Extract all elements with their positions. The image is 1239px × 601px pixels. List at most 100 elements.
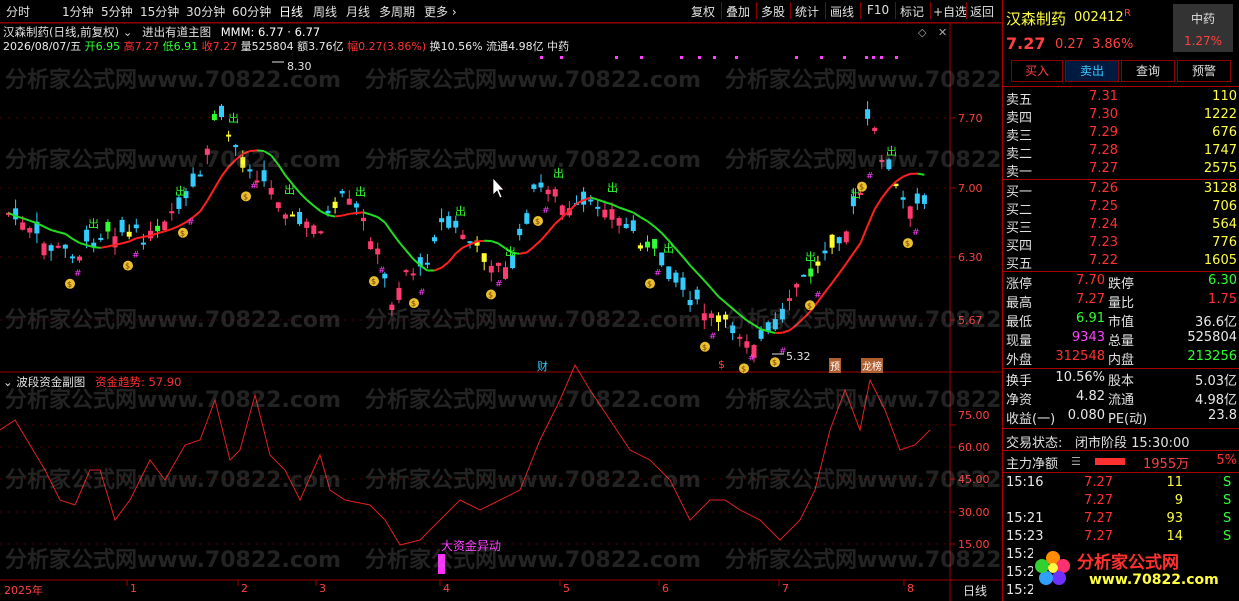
candle-body bbox=[503, 267, 508, 279]
tool-huaxian[interactable]: 画线 bbox=[830, 3, 854, 20]
candle-body bbox=[616, 218, 622, 226]
period-tab-fenshi[interactable]: 分时 bbox=[6, 3, 30, 20]
marker-longhubang[interactable]: 龙榜 bbox=[861, 358, 883, 373]
period-tab-daily[interactable]: 日线 bbox=[279, 3, 303, 20]
tool-biaoji[interactable]: 标记 bbox=[900, 3, 924, 20]
marker-forecast[interactable]: 预 bbox=[829, 358, 841, 373]
candle-body bbox=[368, 241, 374, 250]
ask-row-5[interactable]: 卖五 7.31 110 bbox=[1003, 89, 1239, 108]
diamond-icon[interactable]: ◇ bbox=[918, 26, 926, 39]
ma-line bbox=[590, 196, 599, 201]
bid-row-3[interactable]: 买三 7.24 564 bbox=[1003, 217, 1239, 236]
buy-signal-hash: # bbox=[748, 353, 756, 363]
candle-body bbox=[55, 245, 61, 248]
back-button[interactable]: 返回 bbox=[970, 3, 994, 20]
period-tab-30min[interactable]: 30分钟 bbox=[186, 3, 225, 20]
ma-line bbox=[71, 237, 81, 244]
ask-row-1[interactable]: 卖一 7.27 2575 bbox=[1003, 161, 1239, 180]
ma-line bbox=[554, 216, 563, 225]
ma-line bbox=[405, 249, 414, 260]
money-bag-glyph: $ bbox=[647, 280, 652, 289]
candle-body bbox=[652, 239, 658, 249]
chevron-right-icon: › bbox=[451, 5, 457, 19]
tool-f10[interactable]: F10 bbox=[867, 3, 889, 17]
ma-line bbox=[206, 187, 216, 202]
candle-body bbox=[460, 234, 466, 239]
menu-icon[interactable]: ☰ bbox=[1071, 455, 1081, 468]
ma-line bbox=[447, 252, 457, 263]
mouse-cursor-icon bbox=[492, 177, 505, 199]
period-tab-weekly[interactable]: 周线 bbox=[313, 3, 337, 20]
query-button[interactable]: 查询 bbox=[1121, 60, 1175, 82]
dropdown-circle-icon[interactable]: ⌄ bbox=[123, 25, 133, 39]
bid-row-4[interactable]: 买四 7.23 776 bbox=[1003, 235, 1239, 254]
indicator-name[interactable]: 进出有道主图 bbox=[142, 25, 211, 39]
ma-line bbox=[313, 205, 322, 213]
add-watchlist-button[interactable]: +自选 bbox=[933, 3, 967, 20]
top-dot bbox=[895, 56, 898, 59]
period-tab-monthly[interactable]: 月线 bbox=[346, 3, 370, 20]
info-open: 开6.95 bbox=[84, 40, 121, 53]
alert-button[interactable]: 预警 bbox=[1177, 60, 1231, 82]
bid-row-2[interactable]: 买二 7.25 706 bbox=[1003, 199, 1239, 218]
chart-ohlc-line: 2026/08/07/五 开6.95 高7.27 低6.91 收7.27 量52… bbox=[3, 38, 569, 54]
tool-tongji[interactable]: 统计 bbox=[795, 3, 819, 20]
ma-line bbox=[604, 201, 613, 206]
sell-signal-label: 出 bbox=[355, 185, 366, 199]
candle-body bbox=[453, 220, 459, 228]
ma-line bbox=[434, 266, 442, 272]
ask-row-3[interactable]: 卖三 7.29 676 bbox=[1003, 125, 1239, 144]
candle-body bbox=[481, 253, 487, 262]
y-label-630: 6.30 bbox=[958, 251, 983, 264]
candle-body bbox=[119, 219, 125, 233]
marker-finance[interactable]: 财 bbox=[537, 358, 548, 374]
candle-body bbox=[27, 228, 33, 233]
ma-line bbox=[57, 231, 66, 235]
ma-line bbox=[646, 220, 656, 228]
period-indicator[interactable]: 日线 bbox=[963, 582, 987, 599]
tool-diejia[interactable]: 叠加 bbox=[726, 3, 750, 20]
ask-row-4[interactable]: 卖四 7.30 1222 bbox=[1003, 107, 1239, 126]
period-tab-multi[interactable]: 多周期 bbox=[379, 3, 415, 20]
bid-row-1[interactable]: 买一 7.26 3128 bbox=[1003, 181, 1239, 200]
price-change: 0.27 bbox=[1055, 37, 1084, 52]
period-tab-60min[interactable]: 60分钟 bbox=[232, 3, 271, 20]
stat-row-low: 最低 6.91 市值 36.6亿 bbox=[1006, 311, 1237, 330]
tool-duogu[interactable]: 多股 bbox=[761, 3, 785, 20]
x-label-2025: 2025年 bbox=[4, 584, 43, 597]
candle-body bbox=[836, 237, 842, 244]
top-dot bbox=[843, 56, 846, 59]
candle-body bbox=[290, 214, 295, 217]
flower-logo-icon bbox=[1035, 551, 1070, 585]
sell-signal-label: 出 bbox=[505, 244, 516, 258]
sell-button[interactable]: 卖出 bbox=[1065, 60, 1119, 82]
buy-button[interactable]: 买入 bbox=[1011, 60, 1063, 82]
candle-body bbox=[98, 237, 104, 240]
more-periods-button[interactable]: 更多 › bbox=[424, 3, 457, 20]
tool-fuquan[interactable]: 复权 bbox=[691, 3, 715, 20]
candle-body bbox=[133, 224, 139, 229]
top-dot bbox=[880, 56, 883, 59]
ma-line bbox=[625, 209, 634, 214]
candle-body bbox=[694, 289, 700, 300]
candle-body bbox=[48, 245, 54, 251]
period-tab-15min[interactable]: 15分钟 bbox=[140, 3, 179, 20]
ma-line bbox=[533, 239, 542, 248]
period-tab-5min[interactable]: 5分钟 bbox=[101, 3, 133, 20]
ask-row-2[interactable]: 卖二 7.28 1747 bbox=[1003, 143, 1239, 162]
close-icon[interactable]: ✕ bbox=[938, 26, 947, 39]
ma-line bbox=[838, 262, 848, 274]
indicator-values: MMM: 6.77 · 6.77 bbox=[220, 25, 321, 39]
top-dot bbox=[872, 56, 875, 59]
ma-line bbox=[440, 261, 450, 269]
bid-row-5[interactable]: 买五 7.22 1605 bbox=[1003, 253, 1239, 272]
ma-line bbox=[660, 232, 670, 242]
marker-dollar[interactable]: $ bbox=[718, 358, 725, 371]
ma-line bbox=[547, 222, 556, 233]
main-net-row[interactable]: 主力净额 ☰ 1955万 5% bbox=[1003, 453, 1239, 472]
candle-body bbox=[559, 205, 565, 215]
x-label-4: 4 bbox=[443, 582, 450, 595]
info-amount: 额3.76亿 bbox=[297, 40, 344, 53]
period-tab-1min[interactable]: 1分钟 bbox=[62, 3, 94, 20]
industry-box[interactable]: 中药 1.27% bbox=[1173, 4, 1233, 52]
